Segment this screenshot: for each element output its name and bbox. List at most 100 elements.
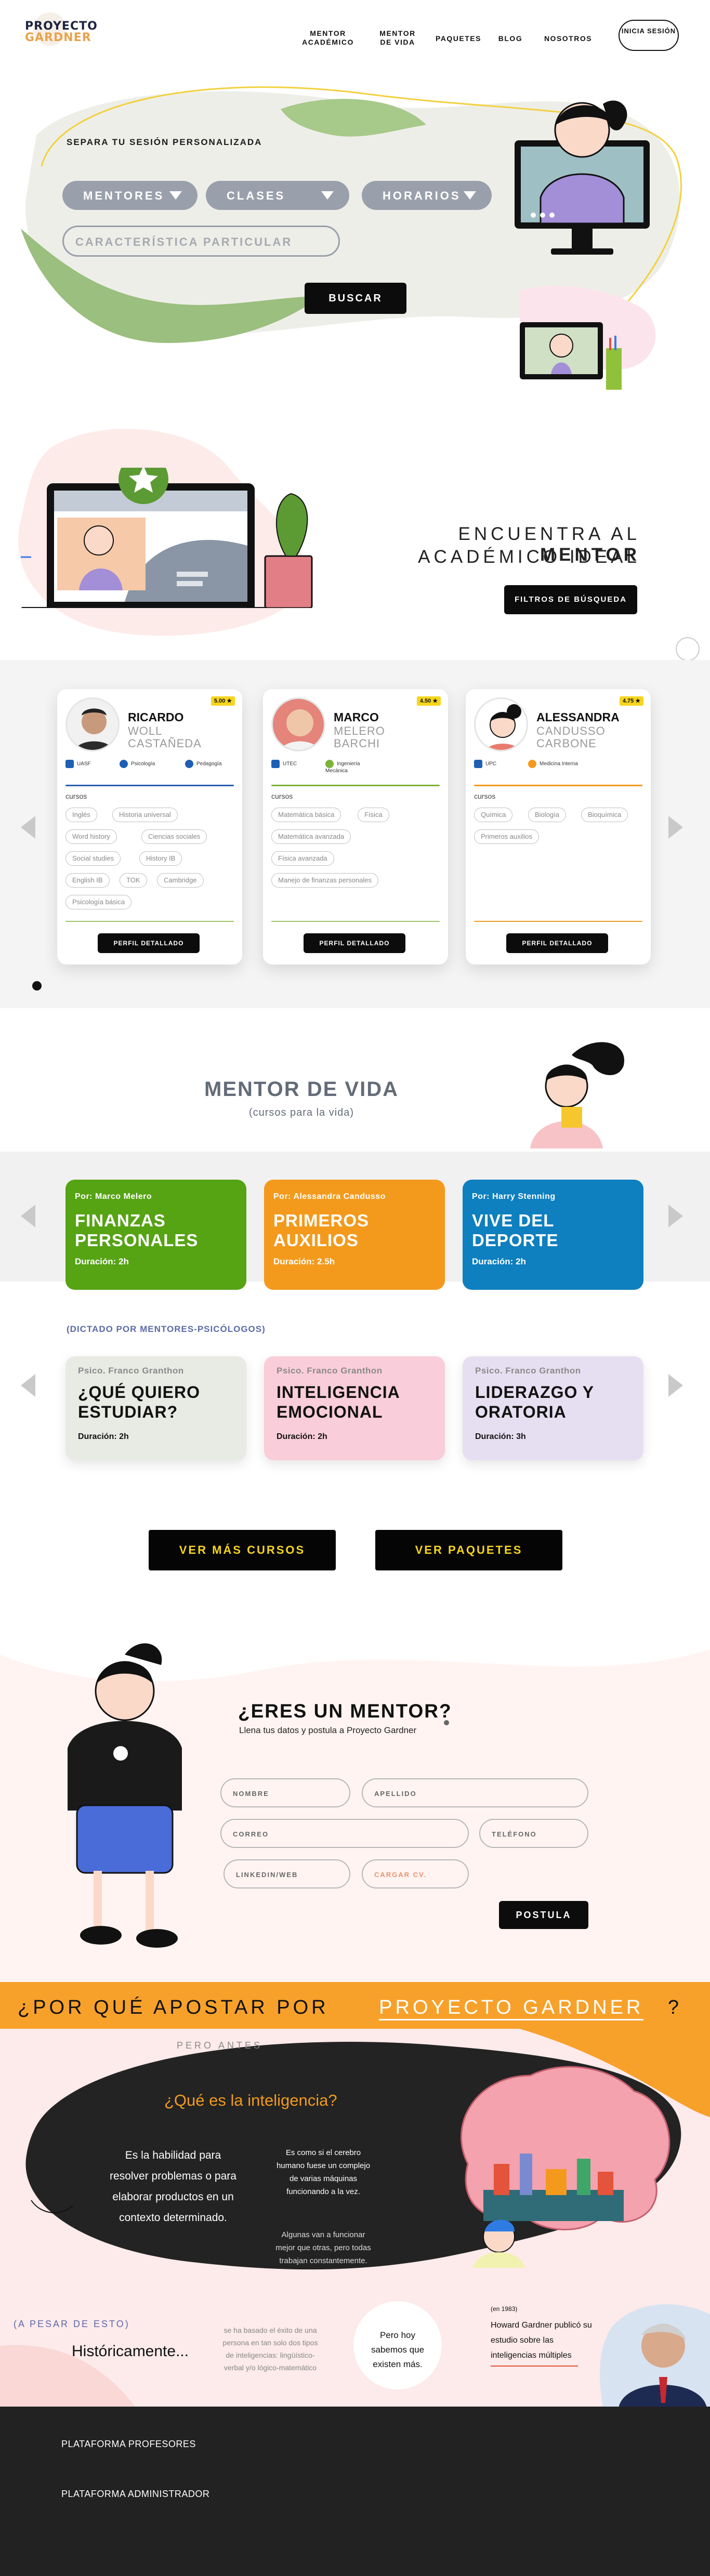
- chevron-down-icon: [464, 191, 476, 200]
- specialty-2-label: Pedagogía: [196, 761, 222, 767]
- university-label: UPC: [485, 761, 497, 767]
- packages-button[interactable]: VER PAQUETES: [375, 1530, 562, 1570]
- life-title: MENTOR DE VIDA: [204, 1078, 399, 1101]
- course-title: PRIMEROS AUXILIOS: [273, 1211, 370, 1250]
- hero-section: SEPARA TU SESIÓN PERSONALIZADA MENTORES …: [0, 73, 710, 395]
- course-tag[interactable]: Historia universal: [112, 808, 178, 822]
- course-duration: Duración: 2h: [277, 1432, 327, 1441]
- course-duration: Duración: 2h: [472, 1257, 526, 1266]
- nav-mentor-vida[interactable]: MENTOR DE VIDA: [374, 29, 421, 47]
- a-pesar-label: (A PESAR DE ESTO): [14, 2319, 130, 2329]
- course-title: LIDERAZGO Y ORATORIA: [475, 1383, 594, 1421]
- footer-link-admin[interactable]: PLATAFORMA ADMINISTRADOR: [61, 2489, 209, 2500]
- search-button[interactable]: BUSCAR: [305, 283, 406, 314]
- hero-title: SEPARA TU SESIÓN PERSONALIZADA: [67, 137, 262, 147]
- brain-illustration: [460, 2066, 670, 2268]
- carousel-prev-icon[interactable]: [21, 816, 35, 839]
- avatar: [271, 697, 325, 751]
- gardner-portrait: [619, 2324, 707, 2408]
- course-tag[interactable]: Word history: [65, 829, 117, 844]
- search-filters-button[interactable]: FILTROS DE BÚSQUEDA: [504, 585, 637, 614]
- more-courses-button[interactable]: VER MÁS CURSOS: [149, 1530, 336, 1570]
- pero-antes-label: PERO ANTES: [177, 2040, 263, 2051]
- detailed-profile-button[interactable]: PERFIL DETALLADO: [304, 933, 405, 953]
- nav-nosotros[interactable]: NOSOTROS: [540, 34, 597, 43]
- why-title-post: ?: [667, 1997, 682, 2018]
- why-title-pre: ¿POR QUÉ APOSTAR POR: [18, 1997, 329, 2018]
- course-tag[interactable]: Matemática avanzada: [271, 829, 351, 844]
- course-tag[interactable]: History IB: [139, 851, 182, 866]
- course-tag[interactable]: Ciencias sociales: [141, 829, 207, 844]
- course-tag[interactable]: Física avanzada: [271, 851, 334, 866]
- course-duration: Duración: 3h: [475, 1432, 526, 1441]
- mentor-last-name-2: BARCHI: [334, 737, 380, 750]
- course-tag[interactable]: Bioquímica: [581, 808, 628, 822]
- course-tag[interactable]: Cambridge: [157, 873, 204, 888]
- nav-paquetes[interactable]: PAQUETES: [432, 34, 484, 43]
- life-subtitle: (cursos para la vida): [248, 1107, 354, 1118]
- course-tag[interactable]: Psicología básica: [65, 895, 132, 909]
- site-footer: PLATAFORMA PROFESORES PLATAFORMA ADMINIS…: [0, 2407, 710, 2576]
- psych-course-card-liderazgo[interactable]: Psico. Franco Granthon LIDERAZGO Y ORATO…: [463, 1356, 643, 1460]
- upload-cv-field[interactable]: CARGAR CV.: [362, 1859, 469, 1888]
- mentor-card-marco[interactable]: 4.50 ★ MARCO MELERO BARCHI UTEC Ingenier…: [263, 689, 448, 965]
- course-tag[interactable]: TOK: [120, 873, 147, 888]
- detailed-profile-button[interactable]: PERFIL DETALLADO: [506, 933, 608, 953]
- linkedin-field[interactable]: LINKEDIN/WEB: [223, 1859, 350, 1888]
- nav-blog[interactable]: BLOG: [495, 34, 526, 43]
- university: UPC: [474, 760, 496, 768]
- psych-course-card-que-estudiar[interactable]: Psico. Franco Granthon ¿QUÉ QUIERO ESTUD…: [65, 1356, 246, 1460]
- university: UTEC: [271, 760, 297, 768]
- course-tag[interactable]: Biología: [528, 808, 566, 822]
- nombre-field[interactable]: NOMBRE: [220, 1778, 350, 1807]
- mentor-first-name: MARCO: [334, 710, 379, 724]
- life-course-card-deporte[interactable]: Por: Harry Stenning VIVE DEL DEPORTE Dur…: [463, 1180, 643, 1290]
- why-title-brand: PROYECTO GARDNER: [379, 1997, 644, 2020]
- apply-submit-button[interactable]: POSTULA: [499, 1901, 588, 1929]
- mentor-first-name: RICARDO: [128, 710, 184, 724]
- scroll-indicator[interactable]: [676, 637, 700, 661]
- apellido-field[interactable]: APELLIDO: [362, 1778, 588, 1807]
- correo-field[interactable]: CORREO: [220, 1819, 469, 1848]
- course-tag[interactable]: Primeros auxilios: [474, 829, 539, 844]
- rating-value: 4.75: [622, 698, 634, 704]
- avatar-image: [280, 709, 320, 750]
- rating-badge: 4.50 ★: [417, 696, 441, 706]
- life-next-icon[interactable]: [668, 1205, 683, 1227]
- mentor-card-ricardo[interactable]: 5.00 ★ RICARDO WOLL CASTAÑEDA UASF Psico…: [57, 689, 242, 965]
- clases-dropdown[interactable]: CLASES: [206, 181, 349, 210]
- horarios-dropdown[interactable]: HORARIOS: [362, 181, 492, 210]
- life-prev-icon[interactable]: [21, 1205, 35, 1227]
- psych-next-icon[interactable]: [668, 1374, 683, 1397]
- course-tag[interactable]: English IB: [65, 873, 110, 888]
- characteristic-input[interactable]: CARACTERÍSTICA PARTICULAR: [62, 226, 340, 257]
- course-tag[interactable]: Química: [474, 808, 513, 822]
- course-tag[interactable]: Manejo de finanzas personales: [271, 873, 378, 888]
- course-tag[interactable]: Matemática básica: [271, 808, 341, 822]
- mentor-card-alessandra[interactable]: 4.75 ★ ALESSANDRA CANDUSSO CARBONE UPC M…: [466, 689, 651, 965]
- detailed-profile-button[interactable]: PERFIL DETALLADO: [98, 933, 200, 953]
- course-tag[interactable]: Social studies: [65, 851, 121, 866]
- intelligence-definition: Es la habilidad para resolver problemas …: [110, 2149, 236, 2224]
- course-author: Psico. Franco Granthon: [475, 1366, 581, 1376]
- life-course-card-finanzas[interactable]: Por: Marco Melero FINANZAS PERSONALES Du…: [65, 1180, 246, 1290]
- rating-value: 4.50: [419, 698, 431, 704]
- carousel-dot-active[interactable]: [32, 981, 42, 990]
- psych-prev-icon[interactable]: [21, 1374, 35, 1397]
- mentores-dropdown[interactable]: MENTORES: [62, 181, 198, 210]
- life-course-card-primeros-auxilios[interactable]: Por: Alessandra Candusso PRIMEROS AUXILI…: [264, 1180, 445, 1290]
- courses-label: cursos: [65, 792, 87, 800]
- course-tag[interactable]: Física: [358, 808, 389, 822]
- carousel-next-icon[interactable]: [668, 816, 683, 839]
- logo[interactable]: PROYECTO GARDNER: [25, 21, 98, 44]
- psych-course-card-inteligencia[interactable]: Psico. Franco Granthon INTELIGENCIA EMOC…: [264, 1356, 445, 1460]
- gardner-underline: [491, 2366, 578, 2367]
- course-tag[interactable]: Inglés: [65, 808, 97, 822]
- gear-icon: [325, 760, 334, 768]
- telefono-field[interactable]: TELÉFONO: [479, 1819, 588, 1848]
- course-author: Psico. Franco Granthon: [78, 1366, 184, 1376]
- login-button[interactable]: INICIA SESIÓN: [619, 20, 679, 51]
- specialty-1: Ingeniería Mecánica: [325, 760, 383, 774]
- footer-link-teachers[interactable]: PLATAFORMA PROFESORES: [61, 2439, 196, 2450]
- nav-mentor-academico[interactable]: MENTOR ACADÉMICO: [299, 29, 357, 47]
